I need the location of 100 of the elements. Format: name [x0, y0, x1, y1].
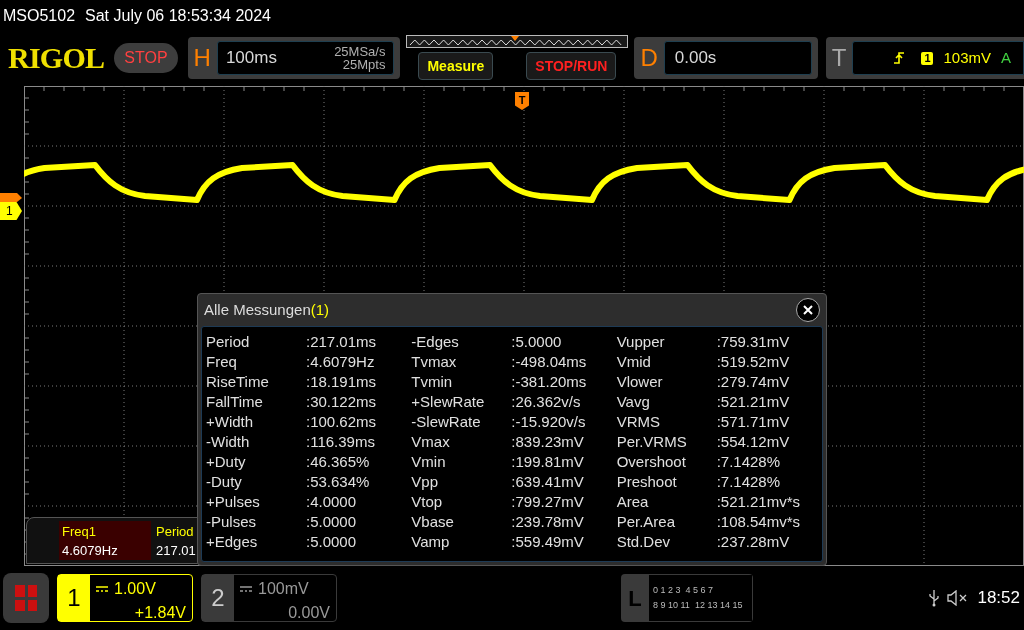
logic-channel-numbers: 0 1 2 3	[653, 585, 681, 596]
measurement-label: Vtop	[411, 491, 444, 512]
measurement-label: VRMS	[616, 411, 661, 432]
measurement-label: Freq	[206, 351, 238, 372]
measurement-reading: :-381.20ms	[511, 371, 587, 392]
channel-number: 2	[202, 575, 234, 621]
stop-run-button[interactable]: STOP/RUN	[526, 52, 617, 80]
channel-number: 1	[58, 575, 90, 621]
measurement-label: Overshoot	[616, 451, 687, 472]
measurement-label: +Duty	[206, 451, 247, 472]
measurement-reading: :7.1428%	[716, 471, 781, 492]
measurement-label: Tvmax	[411, 351, 458, 372]
measurement-label: Preshoot	[616, 471, 678, 492]
measurement-label: Per.VRMS	[616, 431, 688, 452]
measure-button[interactable]: Measure	[418, 52, 494, 80]
measurement-label: +Edges	[206, 531, 259, 552]
measurement-name: Freq1	[62, 522, 97, 541]
measurement-label: Per.Area	[616, 511, 677, 532]
measurement-reading: :-15.920v/s	[511, 411, 586, 432]
measurement-value: 217.01	[156, 541, 196, 560]
dc-coupling-icon	[240, 586, 252, 592]
usb-icon	[929, 589, 940, 607]
measurement-label: -SlewRate	[411, 411, 482, 432]
trigger-source-badge: 1	[921, 51, 934, 65]
memory-depth: 25Mpts	[342, 58, 386, 71]
date-time: Sat July 06 18:53:34 2024	[85, 6, 271, 26]
measurement-reading: :4.0000	[306, 491, 357, 512]
measurement-value: 4.6079Hz	[62, 541, 119, 560]
dc-coupling-icon	[96, 586, 108, 592]
measurement-reading: :521.21mV	[716, 391, 790, 412]
channel-panel[interactable]: 1 1.00V +1.84V	[57, 574, 193, 622]
channel-panel[interactable]: 2 100mV 0.00V	[201, 574, 337, 622]
measurement-label: Vmin	[411, 451, 447, 472]
logic-channel-numbers: 4 5 6 7	[685, 585, 714, 596]
measurement-label: Std.Dev	[616, 531, 671, 552]
dialog-title: Alle Messungen(1)	[204, 299, 330, 320]
measurement-reading: :199.81mV	[511, 451, 584, 472]
delay-field: 0.00s	[663, 41, 812, 75]
brand-logo: RIGOL	[8, 43, 105, 73]
measurement-reading: :18.191ms	[306, 371, 377, 392]
measurement-reading: :7.1428%	[716, 451, 781, 472]
sample-rate: 25MSa/s	[334, 45, 386, 58]
delay-label: D	[640, 43, 658, 73]
channel-offset: 0.00V	[288, 603, 330, 623]
measurement-reading: :4.6079Hz	[306, 351, 375, 372]
measurement-reading: :554.12mV	[716, 431, 790, 452]
measurement-reading: :108.54mv*s	[716, 511, 801, 532]
measurement-label: Vavg	[616, 391, 651, 412]
measurement-label: Vupper	[616, 331, 666, 352]
measurement-reading: :5.0000	[511, 331, 562, 352]
measurement-label: Vbase	[411, 511, 455, 532]
timebase-field: 100ms 25MSa/s 25Mpts	[216, 41, 395, 75]
measurement-label: Vlower	[616, 371, 664, 392]
measurement-reading: :53.634%	[306, 471, 370, 492]
channel-scale: 1.00V	[114, 579, 156, 599]
measurement-label: FallTime	[206, 391, 264, 412]
measurement-label: -Edges	[411, 331, 460, 352]
measurement-label: -Pulses	[206, 511, 258, 532]
measurement-reading: :237.28mV	[716, 531, 790, 552]
measurement-reading: :239.78mV	[511, 511, 584, 532]
measurement-reading: :839.23mV	[511, 431, 584, 452]
measurement-reading: :559.49mV	[511, 531, 584, 552]
logic-channel-numbers: 12 13 14 15	[694, 600, 743, 611]
measurement-label: +Width	[206, 411, 255, 432]
menu-button[interactable]	[3, 573, 49, 623]
channel-marker: 1	[0, 202, 22, 220]
measurement-label: +Pulses	[206, 491, 261, 512]
measurement-label: RiseTime	[206, 371, 270, 392]
measurement-reading: :521.21mv*s	[716, 491, 801, 512]
close-button[interactable]	[796, 298, 820, 322]
measurement-reading: :279.74mV	[716, 371, 790, 392]
trigger-label: T	[831, 43, 847, 73]
measurement-reading: :30.122ms	[306, 391, 377, 412]
logic-channel-numbers: 8 9 10 11	[653, 600, 690, 611]
measurement-item[interactable]: Freq1 4.6079Hz	[59, 521, 151, 560]
measurement-label: Vpp	[411, 471, 440, 492]
measurement-name: Period	[156, 522, 195, 541]
measurement-reading: :799.27mV	[511, 491, 584, 512]
horizontal-label: H	[193, 43, 211, 73]
measurement-label: Vmax	[411, 431, 451, 452]
measurement-reading: :26.362v/s	[511, 391, 581, 412]
measurement-label: Period	[206, 331, 251, 352]
measurement-reading: :116.39ms	[306, 431, 375, 452]
channel-scale: 100mV	[258, 579, 309, 599]
run-status-pill: STOP	[114, 43, 178, 73]
measurement-item[interactable]: Period 217.01	[153, 521, 199, 560]
measurement-reading: :519.52mV	[716, 351, 790, 372]
measurement-reading: :-498.04ms	[511, 351, 587, 372]
measurement-reading: :571.71mV	[716, 411, 790, 432]
logic-label: L	[627, 584, 643, 613]
clock-time: 18:52	[977, 587, 1020, 610]
measurement-reading: :100.62ms	[306, 411, 377, 432]
channel-offset: +1.84V	[134, 603, 186, 623]
measurement-label: -Width	[206, 431, 251, 452]
measurement-label: +SlewRate	[411, 391, 486, 412]
measurement-reading: :5.0000	[306, 531, 357, 552]
logic-panel[interactable]: L 0 1 2 3 4 5 6 7 8 9 10 11 12 13 14 15	[621, 574, 753, 622]
measurement-label: -Duty	[206, 471, 243, 492]
measurement-label: Vamp	[411, 531, 451, 552]
trigger-mode: A	[1001, 47, 1011, 68]
